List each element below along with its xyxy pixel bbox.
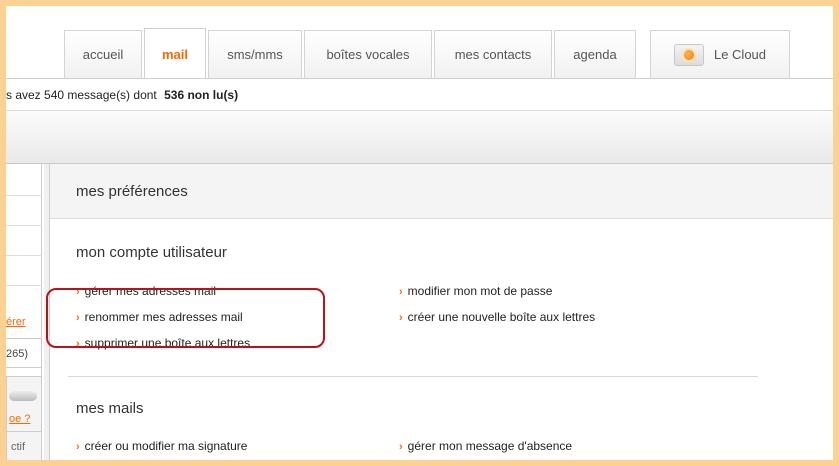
sidebar-row <box>6 256 42 286</box>
tab-accueil[interactable]: accueil <box>64 30 142 78</box>
sidebar-row: érer <box>6 286 42 338</box>
scroll-handle[interactable] <box>9 391 37 401</box>
tab-boites-vocales[interactable]: boîtes vocales <box>304 30 432 78</box>
tab-mes-contacts[interactable]: mes contacts <box>434 30 552 78</box>
message-count-text: s avez 540 message(s) dont <box>6 88 157 102</box>
tab-label: accueil <box>82 47 124 62</box>
link-absence-message[interactable]: › gérer mon message d'absence <box>399 439 572 453</box>
link-label: créer ou modifier ma signature <box>84 439 248 453</box>
highlight-annotation <box>46 288 325 348</box>
chevron-right-icon: › <box>399 286 403 298</box>
panel-title: mes préférences <box>50 164 833 219</box>
sidebar-label: ctif <box>11 441 26 453</box>
sidebar-link[interactable]: oe ? <box>9 413 30 425</box>
sidebar-row <box>6 164 42 196</box>
section-divider <box>68 376 758 377</box>
tab-label: mail <box>161 46 188 62</box>
tab-label: mes contacts <box>454 47 532 62</box>
webmail-frame: accueil mail sms/mms boîtes vocales mes … <box>6 6 833 460</box>
section-title-mails: mes mails <box>76 400 144 417</box>
tab-le-cloud[interactable]: Le Cloud <box>650 30 790 78</box>
chevron-right-icon: › <box>399 312 403 324</box>
sidebar-row <box>6 196 42 226</box>
link-create-mailbox[interactable]: › créer une nouvelle boîte aux lettres <box>399 310 595 324</box>
chevron-right-icon: › <box>76 441 80 453</box>
link-label: gérer mon message d'absence <box>407 439 573 453</box>
chevron-right-icon: › <box>399 441 403 453</box>
section-title-account: mon compte utilisateur <box>76 244 227 261</box>
tab-agenda[interactable]: agenda <box>554 30 636 78</box>
sidebar-row <box>6 226 42 256</box>
left-sidebar-fragment: érer 265) oe ? ctif <box>6 164 42 460</box>
main-tab-bar: accueil mail sms/mms boîtes vocales mes … <box>6 6 833 79</box>
tab-mail[interactable]: mail <box>144 28 206 79</box>
tab-label: boîtes vocales <box>326 47 410 62</box>
toolbar-strip <box>6 111 833 164</box>
tab-sms-mms[interactable]: sms/mms <box>208 30 302 78</box>
sidebar-value: 265) <box>6 348 29 360</box>
message-count-bar: s avez 540 message(s) dont 536 non lu(s) <box>6 78 833 111</box>
tab-label: Le Cloud <box>713 47 767 62</box>
sidebar-field: 265) <box>6 338 42 368</box>
sidebar-link[interactable]: érer <box>6 316 26 328</box>
cloud-icon <box>673 43 704 66</box>
unread-count: 536 non lu(s) <box>164 88 239 102</box>
tab-label: sms/mms <box>227 47 283 62</box>
link-change-password[interactable]: › modifier mon mot de passe <box>399 284 552 298</box>
tab-label: agenda <box>573 47 617 62</box>
link-label: modifier mon mot de passe <box>407 284 553 298</box>
sidebar-box: oe ? ctif <box>6 376 42 460</box>
link-signature[interactable]: › créer ou modifier ma signature <box>76 439 247 453</box>
link-label: créer une nouvelle boîte aux lettres <box>407 310 596 324</box>
